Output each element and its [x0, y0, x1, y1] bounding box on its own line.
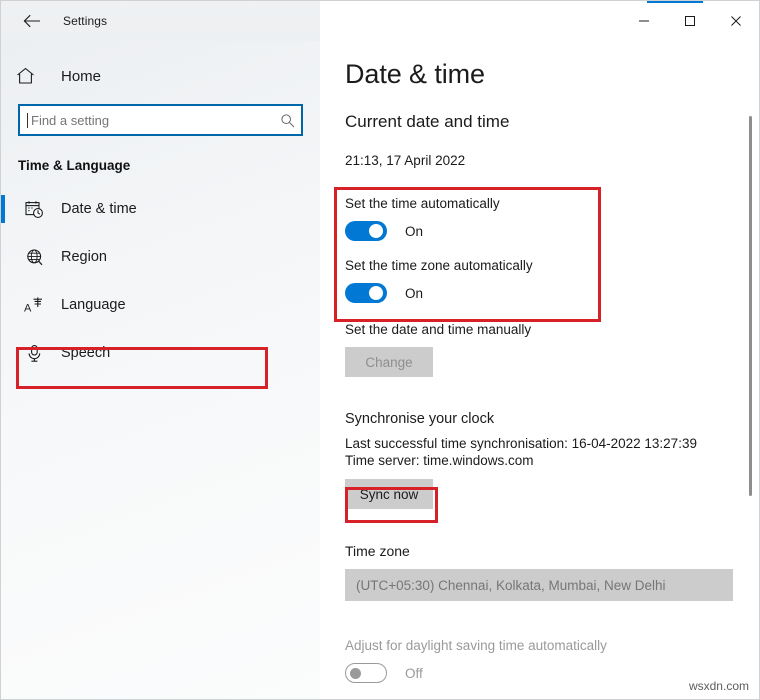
sidebar: Home Find a setting Time & Language Date… — [1, 41, 320, 699]
set-time-auto-label: Set the time automatically — [345, 196, 500, 211]
sidebar-item-region[interactable]: Region — [1, 233, 320, 281]
search-input[interactable]: Find a setting — [18, 104, 303, 136]
title-bar-left: Settings — [1, 1, 320, 41]
back-button[interactable] — [9, 5, 55, 37]
set-time-auto-row: On — [345, 221, 759, 241]
set-timezone-auto-row: On — [345, 283, 759, 303]
sidebar-item-label: Speech — [61, 345, 111, 361]
title-bar: Settings — [1, 1, 759, 41]
current-datetime-value: 21:13, 17 April 2022 — [345, 153, 466, 168]
daylight-saving-group: Adjust for daylight saving time automati… — [345, 638, 759, 683]
set-time-auto-toggle[interactable] — [345, 221, 387, 241]
home-icon — [16, 67, 42, 85]
scrollbar-thumb[interactable] — [749, 116, 752, 496]
close-button[interactable] — [713, 5, 759, 37]
sync-clock-heading: Synchronise your clock — [345, 411, 495, 427]
sidebar-nav: Date & time Region A Language Speech — [1, 185, 320, 389]
daylight-saving-label: Adjust for daylight saving time automati… — [345, 638, 607, 653]
manual-datetime-group: Set the date and time manually Change — [345, 322, 759, 377]
window-title: Settings — [63, 14, 108, 28]
set-timezone-auto-group: Set the time zone automatically On — [345, 258, 759, 303]
minimize-button[interactable] — [621, 5, 667, 37]
search-container: Find a setting — [18, 104, 303, 136]
sidebar-item-speech[interactable]: Speech — [1, 329, 320, 377]
set-timezone-auto-toggle[interactable] — [345, 283, 387, 303]
sidebar-item-date-time[interactable]: Date & time — [1, 185, 320, 233]
sidebar-home-label: Home — [61, 67, 102, 85]
timezone-heading: Time zone — [345, 543, 410, 559]
toggle-knob — [350, 668, 361, 679]
search-placeholder: Find a setting — [31, 112, 110, 128]
timezone-group: Time zone (UTC+05:30) Chennai, Kolkata, … — [345, 543, 759, 601]
search-icon[interactable] — [279, 113, 295, 128]
toggle-knob — [369, 286, 383, 300]
last-sync-text: Last successful time synchronisation: 16… — [345, 436, 697, 451]
close-icon — [731, 16, 741, 26]
accent-line — [647, 1, 703, 3]
content-scrollbar[interactable] — [744, 41, 758, 699]
change-button[interactable]: Change — [345, 347, 433, 377]
timezone-select[interactable]: (UTC+05:30) Chennai, Kolkata, Mumbai, Ne… — [345, 569, 733, 601]
sync-now-button[interactable]: Sync now — [345, 479, 433, 509]
calendar-clock-icon — [23, 200, 45, 219]
daylight-saving-state: Off — [405, 665, 423, 681]
daylight-saving-toggle[interactable] — [345, 663, 387, 683]
text-caret — [27, 112, 28, 128]
sync-clock-group: Synchronise your clock Last successful t… — [345, 411, 759, 509]
time-server-text: Time server: time.windows.com — [345, 453, 534, 468]
toggle-knob — [369, 224, 383, 238]
set-timezone-auto-label: Set the time zone automatically — [345, 258, 533, 273]
globe-icon — [23, 248, 45, 267]
maximize-icon — [685, 16, 695, 26]
title-bar-right — [320, 1, 759, 41]
sidebar-item-language[interactable]: A Language — [1, 281, 320, 329]
page-title: Date & time — [345, 59, 485, 89]
sidebar-category-title: Time & Language — [18, 158, 131, 173]
sidebar-item-label: Date & time — [61, 201, 137, 217]
set-time-auto-state: On — [405, 223, 424, 239]
microphone-icon — [23, 344, 45, 363]
maximize-button[interactable] — [667, 5, 713, 37]
manual-datetime-label: Set the date and time manually — [345, 322, 532, 337]
content-inner: Date & time Current date and time 21:13,… — [320, 41, 759, 683]
main-content: Date & time Current date and time 21:13,… — [320, 41, 759, 699]
sidebar-item-label: Language — [61, 297, 126, 313]
current-datetime-heading: Current date and time — [345, 112, 510, 131]
watermark: wsxdn.com — [688, 679, 749, 693]
set-timezone-auto-state: On — [405, 285, 424, 301]
set-time-auto-group: Set the time automatically On — [345, 196, 759, 241]
svg-text:A: A — [24, 302, 32, 314]
language-icon: A — [23, 296, 45, 315]
settings-window: Settings Home Find a setting Time & Lang… — [0, 0, 760, 700]
sidebar-item-label: Region — [61, 249, 107, 265]
back-arrow-icon — [23, 14, 40, 28]
minimize-icon — [639, 20, 649, 22]
sidebar-item-home[interactable]: Home — [1, 56, 320, 96]
